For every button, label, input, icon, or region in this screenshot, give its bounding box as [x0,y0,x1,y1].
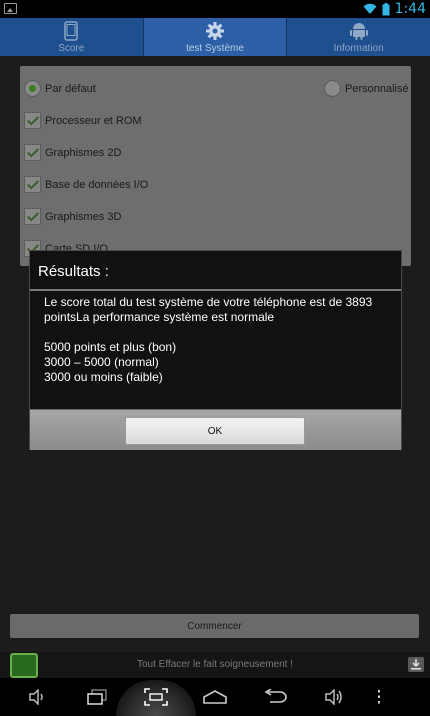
phone-icon [64,21,79,41]
dialog-divider [30,289,401,291]
back-button[interactable] [258,678,290,716]
screenshot-icon [144,688,168,706]
checkbox-checked-icon [24,144,41,161]
status-bar: 1:44 [0,0,430,18]
radio-default[interactable]: Par défaut [24,80,96,97]
radio-custom[interactable]: Personnalisé [324,80,409,97]
tab-score[interactable]: Score [0,18,143,56]
check-label: Processeur et ROM [45,114,142,127]
recent-apps-button[interactable] [82,678,112,716]
gear-icon [206,22,224,40]
check-label: Graphismes 3D [45,210,122,223]
menu-button[interactable] [370,678,388,716]
recent-apps-icon [87,689,107,705]
radio-default-label: Par défaut [45,82,96,95]
performance-line: pointsLa performance système est normale [44,310,275,324]
home-button[interactable] [200,678,230,716]
ad-banner[interactable]: Tout Effacer le fait soigneusement ! [0,652,430,678]
start-button[interactable]: Commencer [10,614,419,638]
download-icon[interactable] [408,657,424,672]
home-icon [203,690,227,704]
radio-default-icon [24,80,41,97]
volume-up-button[interactable] [320,678,348,716]
range-weak: 3000 ou moins (faible) [44,370,163,384]
check-database-io[interactable]: Base de données I/O [24,176,148,193]
range-normal: 3000 – 5000 (normal) [44,355,159,369]
android-icon [349,23,368,40]
tab-label: Score [58,43,85,54]
checkbox-checked-icon [24,208,41,225]
radio-custom-icon [324,80,341,97]
screenshot-button[interactable] [140,678,172,716]
dialog-button-bar: OK [30,409,401,450]
results-dialog: Résultats : Le score total du test systè… [29,250,402,450]
options-panel: Par défaut Personnalisé Processeur et RO… [20,66,411,266]
ad-text[interactable]: Tout Effacer le fait soigneusement ! [0,659,430,670]
check-label: Graphismes 2D [45,146,122,159]
overflow-menu-icon [378,690,380,704]
back-icon [264,689,287,703]
tab-label: Information [333,43,384,54]
volume-up-icon [325,689,342,705]
ok-button[interactable]: OK [125,417,305,445]
checkbox-checked-icon [24,176,41,193]
battery-icon [382,2,390,15]
clock: 1:44 [394,1,426,17]
volume-down-button[interactable] [24,678,50,716]
navigation-bar [0,678,430,716]
range-good: 5000 points et plus (bon) [44,340,177,354]
volume-down-icon [29,689,43,705]
check-cpu-rom[interactable]: Processeur et ROM [24,112,142,129]
tab-test-systeme[interactable]: test Système [142,18,288,56]
dialog-message: Le score total du test système de votre … [44,295,394,385]
radio-custom-label: Personnalisé [345,82,409,95]
wifi-icon [363,3,377,14]
checkbox-checked-icon [24,112,41,129]
gallery-notification-icon [4,3,17,14]
check-3d-graphics[interactable]: Graphismes 3D [24,208,121,225]
dialog-title: Résultats : [38,263,109,280]
tab-label: test Système [186,43,244,54]
score-line: Le score total du test système de votre … [44,295,373,309]
check-label: Base de données I/O [45,178,149,191]
check-2d-graphics[interactable]: Graphismes 2D [24,144,121,161]
tab-information[interactable]: Information [287,18,430,56]
tab-bar: Score test Système Information [0,18,430,56]
screen: 1:44 Score test Système Information Par … [0,0,430,716]
